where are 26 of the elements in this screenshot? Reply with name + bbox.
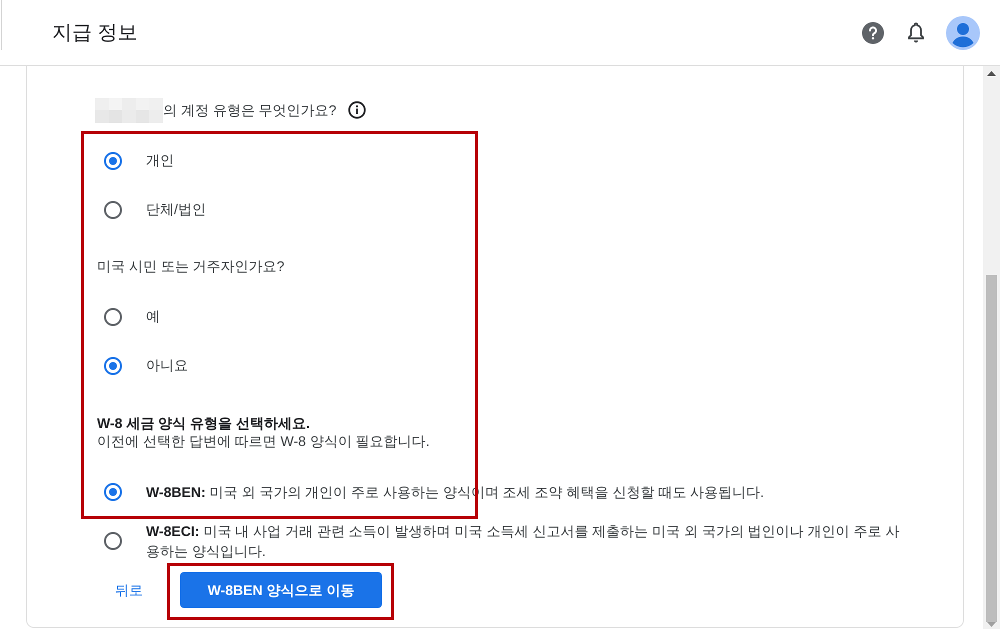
- radio-button[interactable]: [104, 483, 122, 501]
- section-title: W-8 세금 양식 유형을 선택하세요.: [97, 414, 311, 432]
- bell-icon[interactable]: [908, 22, 924, 43]
- option-label: 아니요: [146, 356, 188, 375]
- option-label: 개인: [146, 151, 174, 170]
- option-label: 단체/법인: [146, 200, 206, 219]
- info-icon[interactable]: [348, 101, 366, 119]
- scroll-up-icon[interactable]: [987, 71, 996, 76]
- question-text: 의 계정 유형은 무엇인가요?: [163, 100, 336, 120]
- page-title: 지급 정보: [52, 20, 138, 46]
- question-text: 미국 시민 또는 거주자인가요?: [97, 257, 286, 276]
- scrollbar[interactable]: [983, 66, 1000, 629]
- back-link[interactable]: 뒤로: [115, 580, 143, 600]
- section-subtitle: 이전에 선택한 답변에 따르면 W-8 양식이 필요합니다.: [97, 432, 431, 450]
- option-label: W-8ECI: 미국 내 사업 거래 관련 소득이 발생하며 미국 소득세 신고서를 제출하는 미국 외 국가의 법인이나 개인이 주로 사용하는 양식입니다.: [146, 522, 900, 561]
- avatar-icon[interactable]: [946, 16, 980, 50]
- radio-button[interactable]: [104, 532, 122, 550]
- pixelated-block: [95, 98, 163, 122]
- scrollbar-thumb[interactable]: [986, 275, 997, 622]
- radio-button[interactable]: [104, 152, 122, 170]
- radio-button[interactable]: [104, 356, 122, 374]
- radio-button[interactable]: [104, 308, 122, 326]
- option-label: 예: [146, 307, 160, 326]
- help-icon[interactable]: [862, 22, 884, 44]
- radio-button[interactable]: [104, 200, 122, 218]
- primary-button[interactable]: W-8BEN 양식으로 이동: [180, 572, 382, 608]
